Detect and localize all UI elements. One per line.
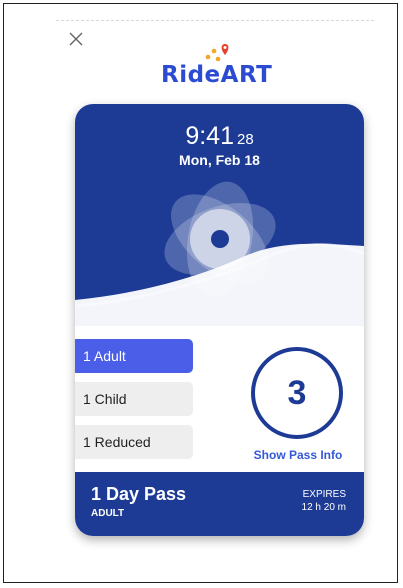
rider-child[interactable]: 1 Child: [75, 382, 193, 416]
pass-hero: 9:41 28 Mon, Feb 18: [75, 104, 364, 326]
rider-count-circle: 3: [251, 347, 343, 439]
live-clock: 9:41 28: [75, 122, 364, 151]
pass-type: ADULT: [91, 508, 125, 519]
logo-dots-icon: [205, 44, 229, 62]
show-pass-info-link[interactable]: Show Pass Info: [243, 448, 353, 462]
pass-name: 1 Day Pass: [91, 484, 187, 504]
close-icon: [69, 32, 83, 46]
clock-seconds: 28: [236, 131, 254, 148]
clock-date: Mon, Feb 18: [179, 152, 260, 168]
rider-reduced[interactable]: 1 Reduced: [75, 425, 193, 459]
app-logo: RideART: [158, 42, 298, 88]
close-button[interactable]: [67, 30, 85, 48]
top-divider: [56, 20, 374, 21]
expires-label: EXPIRES: [302, 489, 346, 500]
pass-footer: 1 Day Pass ADULT EXPIRES 12 h 20 m: [75, 472, 364, 536]
expires-value: 12 h 20 m: [301, 502, 346, 513]
rider-count: 3: [287, 373, 307, 412]
pass-card: 9:41 28 Mon, Feb 18 1 Adult 1 Child 1 Red…: [75, 104, 364, 536]
rider-adult[interactable]: 1 Adult: [75, 339, 193, 373]
phone-frame: RideART 9:41 28 Mon, Feb 18 1 Adult 1 Ch…: [3, 3, 398, 583]
logo-text: RideART: [161, 62, 273, 88]
clock-hours-minutes: 9:41: [185, 122, 234, 150]
